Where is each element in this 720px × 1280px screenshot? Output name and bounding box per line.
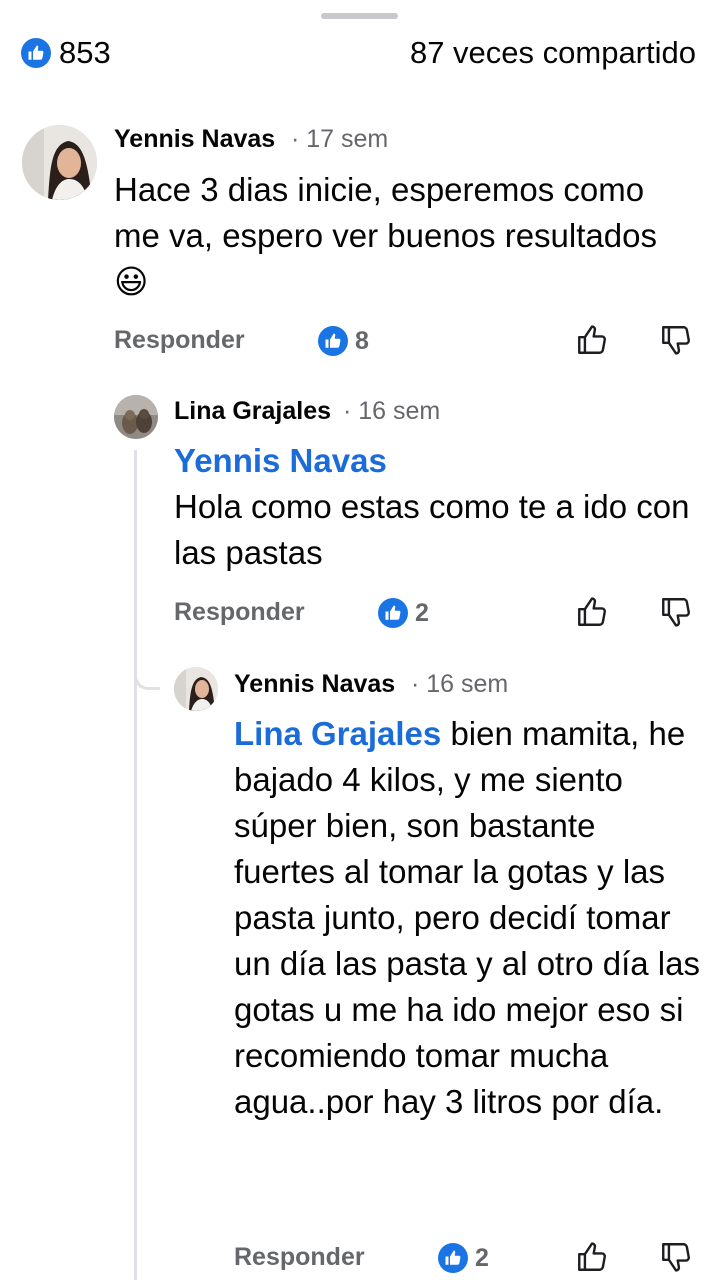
like-reaction-icon (21, 38, 51, 68)
shares-count[interactable]: 87 veces compartido (410, 34, 696, 72)
comment-timestamp[interactable]: · 16 sem (343, 395, 440, 427)
mention-link[interactable]: Yennis Navas (174, 438, 704, 484)
thumbs-down-icon[interactable] (659, 323, 693, 357)
comment-text-content: Hola como estas como te a ido con las pa… (174, 488, 690, 571)
grinning-face-emoji: 😃 (114, 263, 149, 300)
reaction-count[interactable]: 2 (415, 597, 429, 629)
mention-link[interactable]: Lina Grajales (234, 715, 441, 752)
comment-text: Yennis Navas Hola como estas como te a i… (174, 438, 704, 576)
post-stats-bar: 853 87 veces compartido (0, 28, 720, 80)
like-reaction-icon (438, 1243, 468, 1273)
thread-connector (134, 660, 160, 690)
comment-author[interactable]: Lina Grajales (174, 395, 331, 427)
thumbs-up-icon[interactable] (575, 323, 609, 357)
reply-button[interactable]: Responder (234, 1241, 365, 1273)
like-reaction-icon (378, 598, 408, 628)
avatar[interactable] (22, 125, 97, 200)
comment-text: Lina Grajales bien mamita, he bajado 4 k… (234, 711, 704, 1125)
reactions-count[interactable]: 853 (59, 34, 111, 72)
comment-text-content: Hace 3 dias inicie, esperemos como me va… (114, 171, 657, 254)
comment-timestamp[interactable]: · 17 sem (291, 123, 388, 155)
reaction-count[interactable]: 2 (475, 1242, 489, 1274)
reply-button[interactable]: Responder (174, 596, 305, 628)
like-reaction-icon (318, 326, 348, 356)
reaction-count[interactable]: 8 (355, 325, 369, 357)
comments-sheet: 853 87 veces compartido Yennis Navas · 1… (0, 0, 720, 1280)
thumbs-up-icon[interactable] (575, 595, 609, 629)
reply-button[interactable]: Responder (114, 324, 245, 356)
comment-timestamp[interactable]: · 16 sem (411, 668, 508, 700)
thumbs-down-icon[interactable] (659, 1240, 693, 1274)
comment-text-content: bien mamita, he bajado 4 kilos, y me sie… (234, 715, 700, 1120)
avatar[interactable] (174, 667, 218, 711)
thumbs-up-icon[interactable] (575, 1240, 609, 1274)
thumbs-down-icon[interactable] (659, 595, 693, 629)
comment-author[interactable]: Yennis Navas (114, 123, 275, 155)
avatar[interactable] (114, 395, 158, 439)
comment-author[interactable]: Yennis Navas (234, 668, 395, 700)
comment-text: Hace 3 dias inicie, esperemos como me va… (114, 167, 674, 305)
sheet-grab-handle[interactable] (321, 13, 398, 19)
thread-line (134, 450, 137, 1280)
